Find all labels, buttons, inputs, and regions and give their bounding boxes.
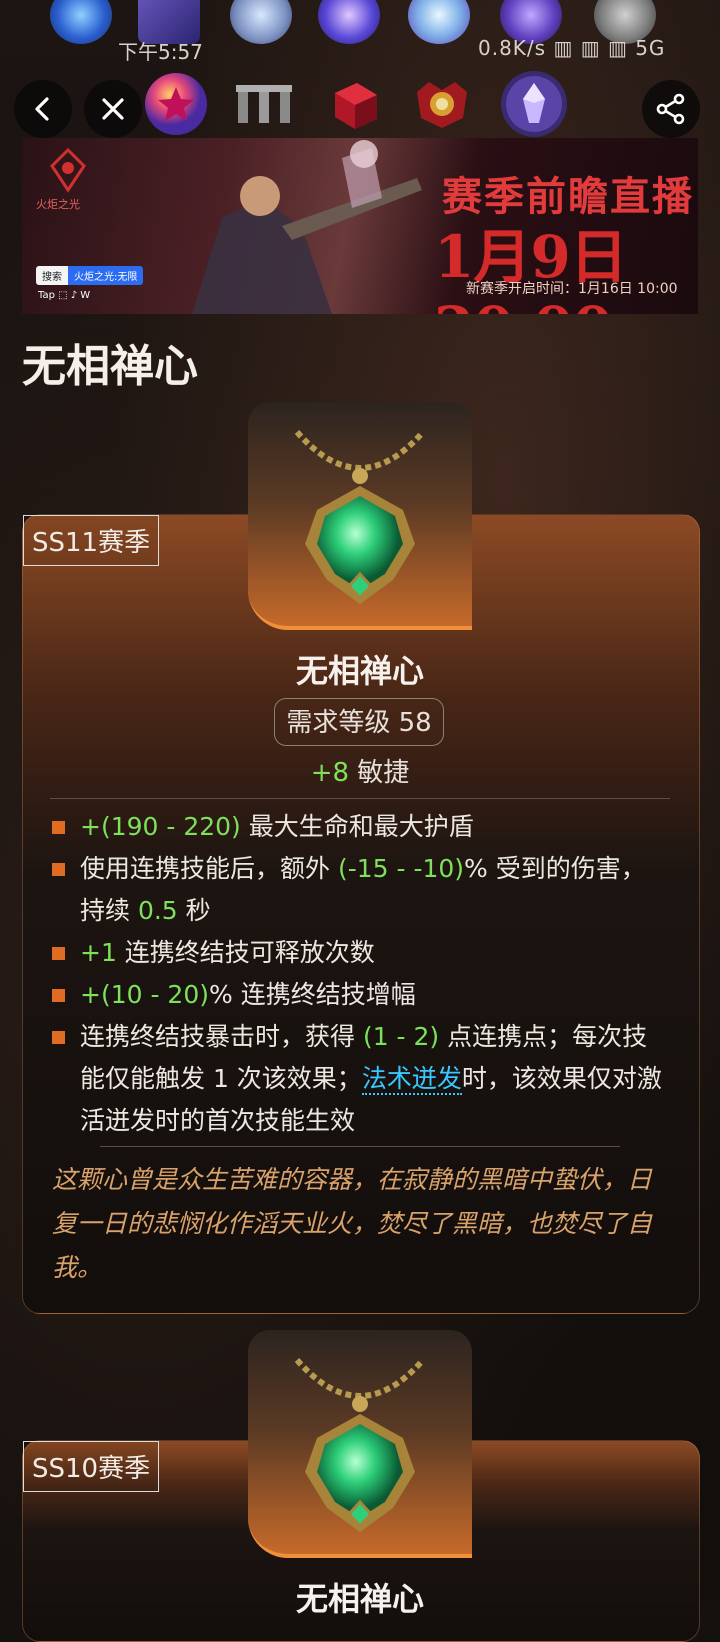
status-indicators: 0.8K/s ▥ ▥ ▥ 5G (478, 36, 666, 60)
divider (100, 1146, 620, 1147)
effect-value: +(190 - 220) (80, 812, 241, 841)
stat-line: +8 敏捷 (0, 752, 720, 789)
effect-line: 使用连携技能后，额外 (-15 - -10)% 受到的伤害，持续 0.5 秒 (50, 848, 670, 932)
game-logo-icon (50, 147, 86, 193)
crown-crest-icon[interactable] (406, 68, 478, 140)
promo-banner[interactable]: 火炬之光 赛季前瞻直播 1月9日20:00 新赛季开启时间：1月16日 10:0… (22, 138, 698, 314)
effect-line: +1 连携终结技可释放次数 (50, 932, 670, 974)
effect-value: 0.5 (137, 896, 178, 925)
effect-value: +(10 - 20) (80, 980, 209, 1009)
banner-search-label: 搜索 (36, 266, 68, 285)
blue-orb-icon[interactable] (50, 0, 112, 44)
effect-value: +1 (80, 938, 117, 967)
effect-line: +(190 - 220) 最大生命和最大护盾 (50, 806, 670, 848)
stat-name: 敏捷 (357, 758, 410, 788)
share-button[interactable] (642, 80, 700, 138)
level-requirement: 需求等级 58 (274, 698, 444, 746)
effect-value: (-15 - -10) (337, 854, 465, 883)
banner-logo-text: 火炬之光 (36, 198, 80, 211)
banner-search-value: 火炬之光:无限 (68, 266, 144, 285)
banner-character-art (192, 140, 422, 314)
effect-text: 秒 (177, 896, 211, 925)
gate-icon[interactable] (228, 68, 300, 140)
close-button[interactable] (84, 80, 142, 138)
effect-line: 连携终结技暴击时，获得 (1 - 2) 点连携点；每次技能仅能触发 1 次该效果… (50, 1016, 670, 1142)
chevron-left-icon (35, 97, 49, 121)
banner-date: 1月9日20:00 (434, 223, 628, 314)
crystal-orb-icon[interactable] (498, 68, 570, 140)
amulet-icon (294, 1358, 426, 1532)
effects-list: +(190 - 220) 最大生命和最大护盾 使用连携技能后，额外 (-15 - … (50, 806, 670, 1142)
banner-subtitle: 新赛季开启时间：1月16日 10:00 (466, 281, 678, 297)
potion-icon[interactable] (230, 0, 292, 44)
effect-value: (1 - 2) (362, 1022, 440, 1051)
galaxy-orb-icon[interactable] (318, 0, 380, 44)
item-icon-box (248, 1330, 472, 1558)
page-title: 无相禅心 (22, 341, 198, 392)
star-orb-icon[interactable] (140, 68, 212, 140)
back-button[interactable] (14, 80, 72, 138)
effect-text: 连携终结技可释放次数 (116, 938, 375, 967)
share-icon (656, 93, 685, 125)
top-icon-strip: 下午5:57 0.8K/s ▥ ▥ ▥ 5G (0, 0, 720, 64)
divider (50, 798, 670, 799)
stat-value: +8 (310, 758, 350, 788)
prism-orb-icon[interactable] (408, 0, 470, 44)
effect-text: % 连携终结技增幅 (209, 980, 416, 1009)
keyword-link[interactable]: 法术迸发 (361, 1064, 462, 1095)
item-name: 无相禅心 (295, 1580, 424, 1618)
effect-text: 最大生命和最大护盾 (240, 812, 474, 841)
effect-line: +(10 - 20)% 连携终结技增幅 (50, 974, 670, 1016)
status-time: 下午5:57 (118, 40, 203, 64)
item-icon-box (248, 402, 472, 630)
close-icon (102, 98, 124, 120)
banner-platforms: Tap ⬚ ♪ W (38, 290, 91, 301)
red-cube-icon[interactable] (318, 68, 390, 140)
lore-text: 这颗心曾是众生苦难的容器，在寂静的黑暗中蛰伏，日复一日的悲悯化作滔天业火，焚尽了… (52, 1165, 653, 1282)
effect-text: 连携终结技暴击时，获得 (80, 1022, 363, 1051)
season-tag: SS10赛季 (23, 1441, 160, 1492)
amulet-icon (294, 430, 426, 604)
banner-search-chip: 搜索 火炬之光:无限 (36, 266, 144, 285)
effect-text: 使用连携技能后，额外 (80, 854, 338, 883)
season-tag: SS11赛季 (23, 515, 160, 566)
item-name: 无相禅心 (295, 652, 424, 690)
